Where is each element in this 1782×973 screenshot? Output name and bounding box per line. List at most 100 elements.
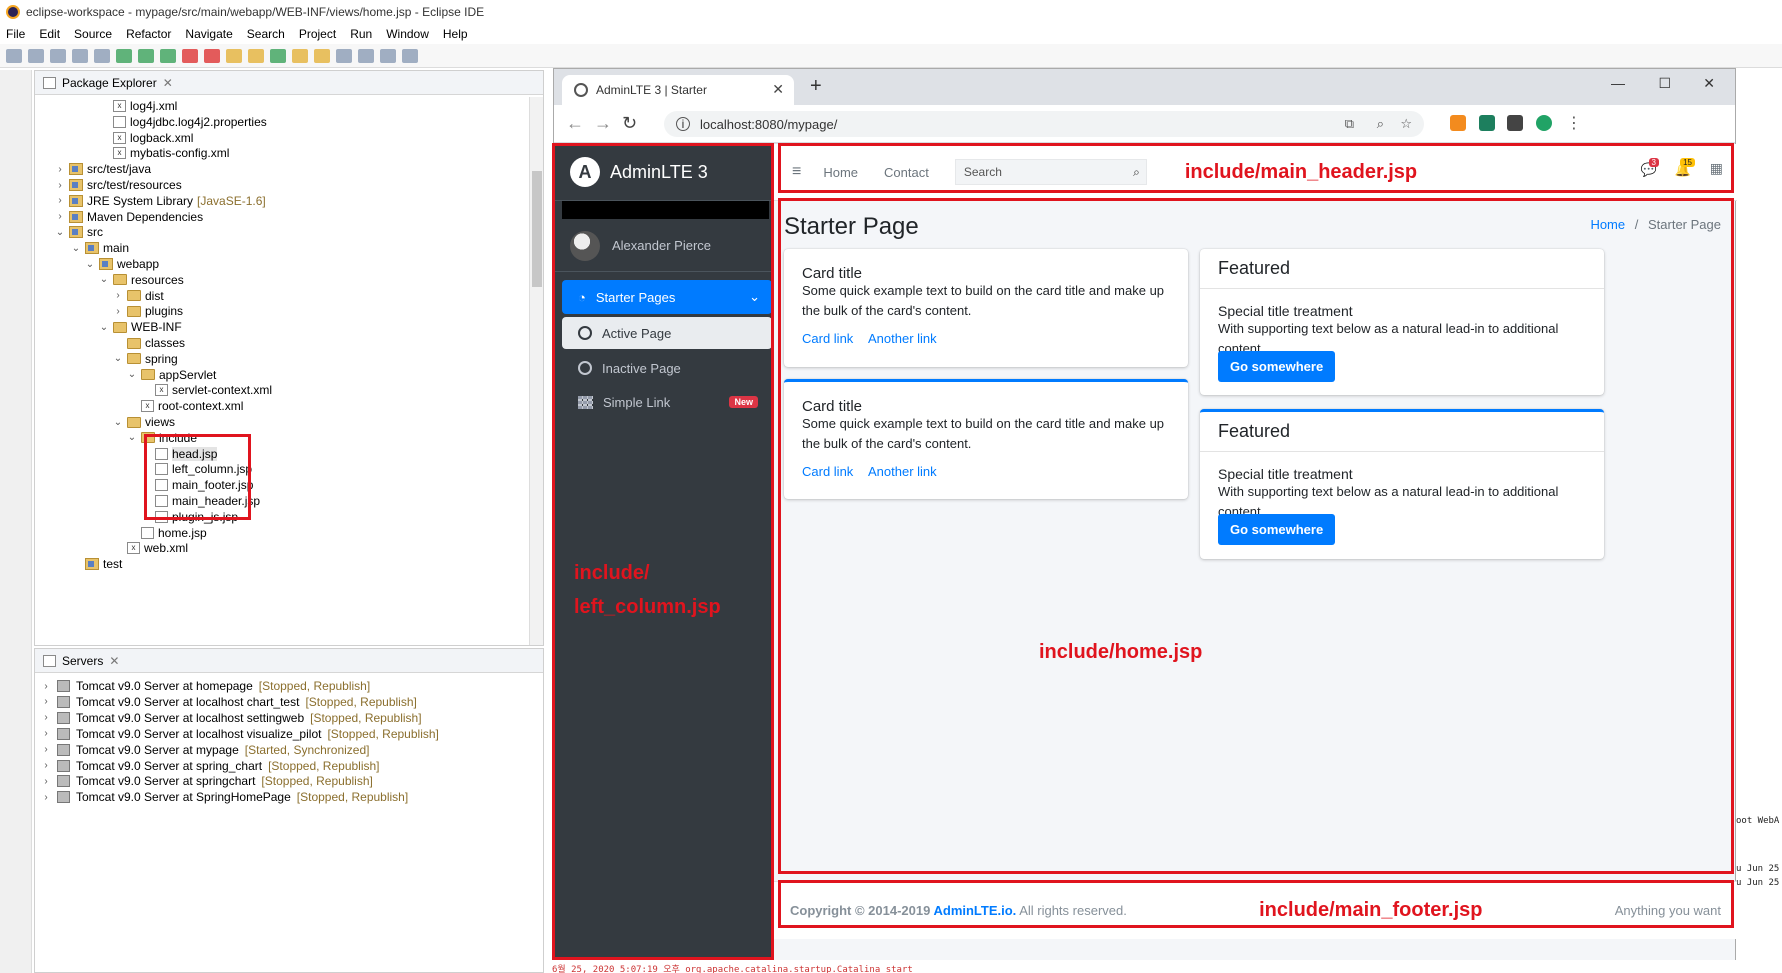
chevron-down-icon[interactable]: ⌄ [85,259,95,270]
skip-breakpoints-icon[interactable] [94,48,110,63]
server-icon [57,759,70,772]
open-type-icon[interactable] [292,48,308,63]
run-icon[interactable] [138,48,154,63]
chevron-down-icon[interactable]: ⌄ [113,417,123,428]
stop-icon[interactable] [182,48,198,63]
package-explorer-title[interactable]: Package Explorer [62,76,157,90]
maximize-button[interactable]: ☐ [1658,75,1671,92]
new-package-icon[interactable] [226,48,242,63]
save-icon[interactable] [28,48,44,63]
close-icon[interactable]: ✕ [109,654,119,668]
chevron-down-icon[interactable]: ⌄ [99,322,109,333]
search-icon[interactable] [336,48,352,63]
back-arrow-icon[interactable]: ← [566,113,584,134]
chevron-right-icon[interactable]: › [41,776,51,787]
browser-tab[interactable]: AdminLTE 3 | Starter ✕ [562,75,794,105]
coverage-icon[interactable] [160,48,176,63]
chevron-right-icon[interactable]: › [41,696,51,707]
menu-search[interactable]: Search [247,27,285,41]
debug-icon[interactable] [116,48,132,63]
menu-source[interactable]: Source [74,27,112,41]
chevron-right-icon[interactable]: › [41,728,51,739]
open-folder-icon[interactable] [314,48,330,63]
xml-file-icon: x [113,100,126,112]
extension-icon[interactable] [1479,115,1495,131]
chevron-right-icon[interactable]: › [41,792,51,803]
perspective-icon[interactable] [402,48,418,63]
tree-item-label: JRE System Library [87,193,194,208]
console-icon[interactable] [72,48,88,63]
server-icon [57,775,70,788]
tree-item-label: spring [145,351,178,366]
forward-icon[interactable] [380,48,396,63]
chevron-down-icon[interactable]: ⌄ [71,243,81,254]
chevron-right-icon[interactable]: › [41,712,51,723]
menu-refactor[interactable]: Refactor [126,27,171,41]
chevron-right-icon[interactable]: › [41,681,51,692]
chevron-down-icon[interactable]: ⌄ [99,274,109,285]
chevron-right-icon[interactable]: › [55,211,65,222]
tree-item[interactable]: x web.xml [113,539,188,557]
url-bar[interactable]: i localhost:8080/mypage/ ⧉ ⌕ ☆ [664,111,1424,137]
menu-run[interactable]: Run [350,27,372,41]
scroll-thumb[interactable] [532,171,542,287]
menu-help[interactable]: Help [443,27,468,41]
server-item[interactable]: › Tomcat v9.0 Server at SpringHomePage [St… [41,788,408,806]
file-icon [113,115,126,128]
menu-kebab-icon[interactable]: ⋮ [1566,113,1582,133]
back-icon[interactable] [358,48,374,63]
package-explorer: Package Explorer ✕ x log4j.xml log4jdbc.lo… [34,70,544,646]
close-icon[interactable]: ✕ [163,76,173,90]
forward-arrow-icon[interactable]: → [594,113,612,134]
chevron-right-icon[interactable]: › [113,290,123,301]
profile-avatar[interactable] [1536,115,1552,131]
puzzle-icon[interactable] [1507,115,1523,131]
server-stop-icon[interactable] [204,48,220,63]
menu-window[interactable]: Window [386,27,429,41]
chevron-right-icon[interactable]: › [55,164,65,175]
extension-icon[interactable] [1450,115,1466,131]
bookmark-star-icon[interactable]: ☆ [1400,116,1412,132]
tree-item-label: Maven Dependencies [87,209,204,224]
server-status: [Stopped, Republish] [296,790,409,805]
tree-item-label: appServlet [159,367,217,382]
chevron-right-icon[interactable]: › [41,744,51,755]
info-icon[interactable]: i [676,117,690,131]
new-class-icon[interactable] [248,48,264,63]
chevron-right-icon[interactable]: › [55,195,65,206]
menu-file[interactable]: File [6,27,25,41]
chevron-down-icon[interactable]: ⌄ [55,227,65,238]
close-window-button[interactable]: ✕ [1703,75,1715,92]
source-folder-icon [69,179,83,191]
tree-item[interactable]: test [71,555,122,573]
close-tab-icon[interactable]: ✕ [772,81,784,98]
tree-item-label: src [87,225,103,240]
menu-navigate[interactable]: Navigate [185,27,232,41]
translate-icon[interactable]: ⧉ [1345,116,1354,132]
chevron-down-icon[interactable]: ⌄ [127,432,137,443]
new-tab-button[interactable]: + [810,75,822,98]
address-bar-row: ← → ↻ i localhost:8080/mypage/ ⧉ ⌕ ☆ ⋮ [554,105,1735,143]
servers-title[interactable]: Servers [62,654,103,668]
console-line: oot WebA [1736,816,1780,826]
reload-icon[interactable]: ↻ [622,113,637,134]
servers-icon [43,654,56,667]
tree-scrollbar[interactable] [529,97,543,645]
minimize-button[interactable]: — [1611,75,1625,91]
zoom-icon[interactable]: ⌕ [1377,116,1384,132]
refresh-icon[interactable] [270,48,286,63]
chevron-right-icon[interactable]: › [41,760,51,771]
server-status: [Stopped, Republish] [327,726,439,741]
folder-icon [113,321,127,333]
chevron-down-icon[interactable]: ⌄ [127,369,137,380]
chevron-right-icon[interactable]: › [55,180,65,191]
menu-project[interactable]: Project [299,27,336,41]
chevron-down-icon[interactable]: ⌄ [113,353,123,364]
tree-item-label: src/test/java [87,162,152,177]
chevron-right-icon[interactable]: › [113,306,123,317]
save-all-icon[interactable] [50,48,66,63]
folder-icon [127,305,141,317]
menu-edit[interactable]: Edit [39,27,60,41]
tree-item-label: logback.xml [130,130,194,145]
new-icon[interactable] [6,48,22,63]
